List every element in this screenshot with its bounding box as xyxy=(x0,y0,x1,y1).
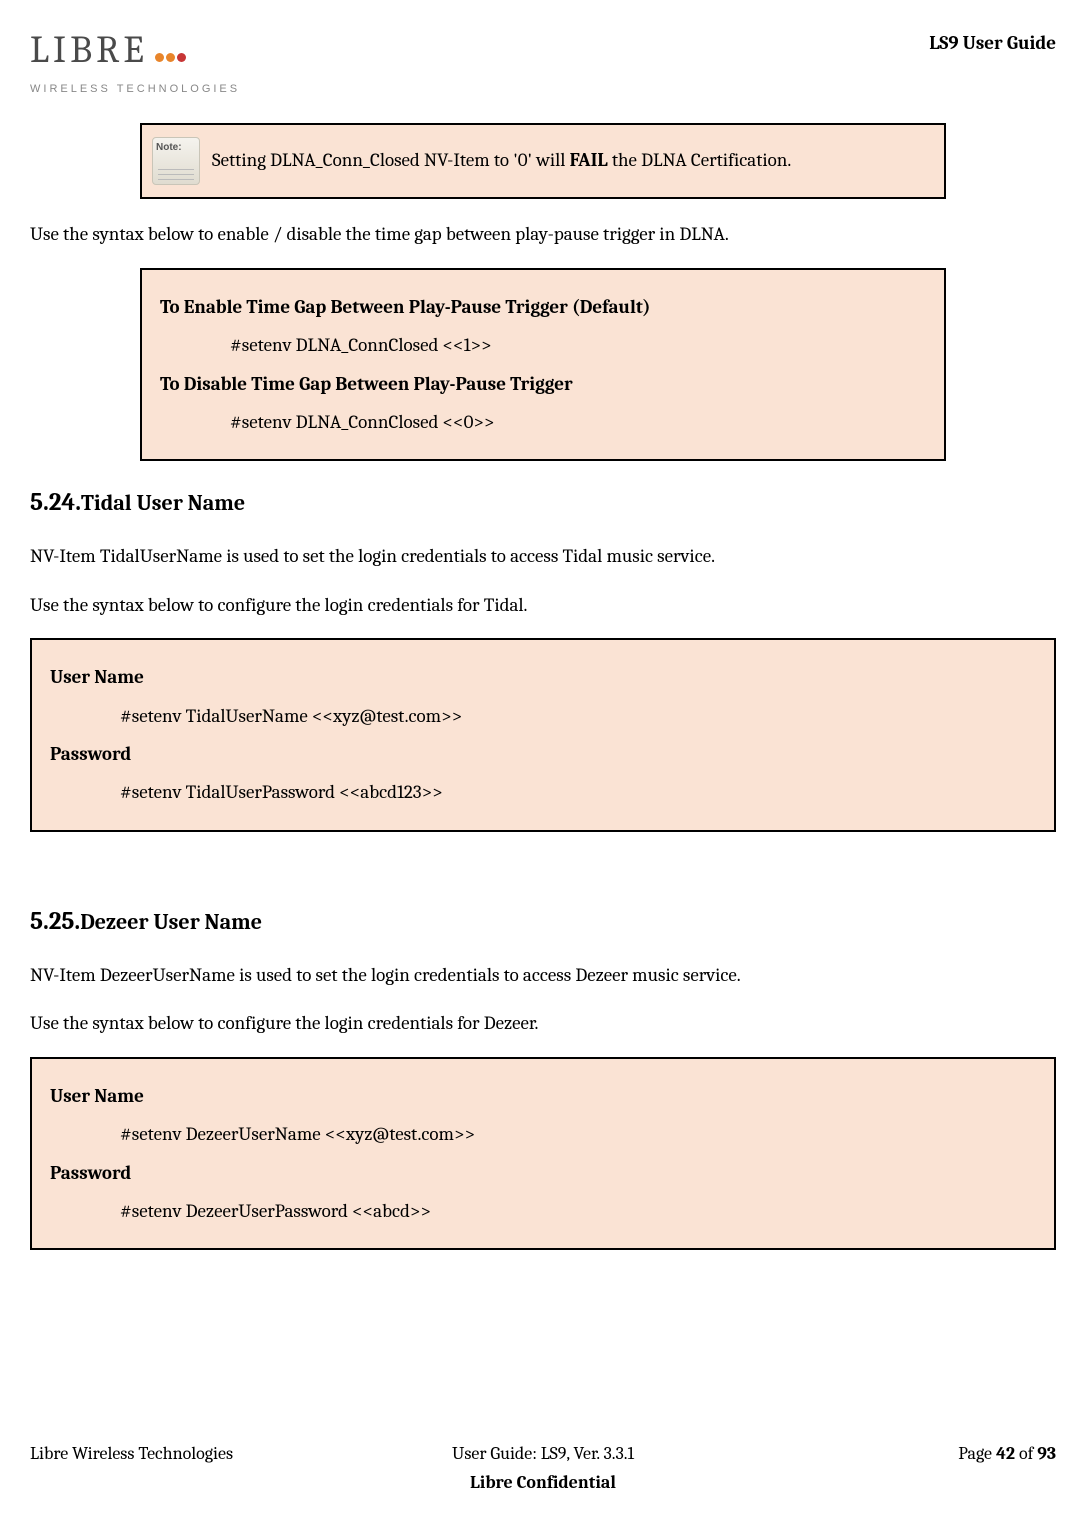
page-footer: Libre Wireless Technologies User Guide: … xyxy=(30,1440,1056,1498)
section-title: Tidal User Name xyxy=(81,490,245,516)
paragraph: Use the syntax below to enable / disable… xyxy=(30,219,1056,249)
note-text-pre: Setting DLNA_Conn_Closed NV-Item to '0' … xyxy=(212,149,570,171)
note-callout: Note: Setting DLNA_Conn_Closed NV-Item t… xyxy=(140,123,946,199)
box-command: #setenv DLNA_ConnClosed <<1>> xyxy=(160,330,926,360)
logo-wordmark: LIBRE xyxy=(30,20,148,81)
logo-subtitle: WIRELESS TECHNOLOGIES xyxy=(30,81,240,99)
footer-company: Libre Wireless Technologies xyxy=(30,1440,310,1469)
box-heading: User Name xyxy=(50,662,1036,692)
paragraph: Use the syntax below to configure the lo… xyxy=(30,1008,1056,1038)
note-text-post: the DLNA Certification. xyxy=(608,149,792,171)
logo-text: LIBRE xyxy=(30,20,240,81)
box-heading: Password xyxy=(50,1158,1036,1188)
logo-dots-icon xyxy=(154,20,187,81)
section-number: 5.24. xyxy=(30,488,81,517)
box-command: #setenv TidalUserName <<xyz@test.com>> xyxy=(50,701,1036,731)
footer-page-number: Page 42 of 93 xyxy=(776,1440,1056,1469)
box-heading: To Enable Time Gap Between Play-Pause Tr… xyxy=(160,292,926,322)
footer-page-current: 42 xyxy=(996,1443,1015,1464)
box-command: #setenv DezeerUserPassword <<abcd>> xyxy=(50,1196,1036,1226)
box-heading: Password xyxy=(50,739,1036,769)
footer-page-total: 93 xyxy=(1037,1443,1056,1464)
footer-doc-version: User Guide: LS9, Ver. 3.3.1 xyxy=(310,1440,776,1469)
footer-confidential: Libre Confidential xyxy=(30,1469,1056,1498)
paragraph: NV-Item DezeerUserName is used to set th… xyxy=(30,960,1056,990)
note-icon: Note: xyxy=(152,137,200,185)
footer-page-mid: of xyxy=(1015,1443,1037,1464)
logo: LIBRE WIRELESS TECHNOLOGIES xyxy=(30,20,240,98)
page-header: LIBRE WIRELESS TECHNOLOGIES LS9 User Gui… xyxy=(30,20,1056,98)
note-text-bold: FAIL xyxy=(570,149,608,171)
syntax-box-dlna: To Enable Time Gap Between Play-Pause Tr… xyxy=(140,268,946,462)
syntax-box-tidal: User Name #setenv TidalUserName <<xyz@te… xyxy=(30,638,1056,832)
box-heading: User Name xyxy=(50,1081,1036,1111)
syntax-box-dezeer: User Name #setenv DezeerUserName <<xyz@t… xyxy=(30,1057,1056,1251)
box-command: #setenv TidalUserPassword <<abcd123>> xyxy=(50,777,1036,807)
document-title: LS9 User Guide xyxy=(929,28,1056,58)
box-command: #setenv DLNA_ConnClosed <<0>> xyxy=(160,407,926,437)
section-number: 5.25. xyxy=(30,907,80,936)
paragraph: NV-Item TidalUserName is used to set the… xyxy=(30,541,1056,571)
note-text: Setting DLNA_Conn_Closed NV-Item to '0' … xyxy=(212,137,791,179)
paragraph: Use the syntax below to configure the lo… xyxy=(30,590,1056,620)
box-command: #setenv DezeerUserName <<xyz@test.com>> xyxy=(50,1119,1036,1149)
section-heading-tidal: 5.24.Tidal User Name xyxy=(30,483,1056,523)
footer-page-pre: Page xyxy=(958,1443,996,1464)
section-title: Dezeer User Name xyxy=(80,909,262,935)
box-heading: To Disable Time Gap Between Play-Pause T… xyxy=(160,369,926,399)
section-heading-dezeer: 5.25.Dezeer User Name xyxy=(30,902,1056,942)
